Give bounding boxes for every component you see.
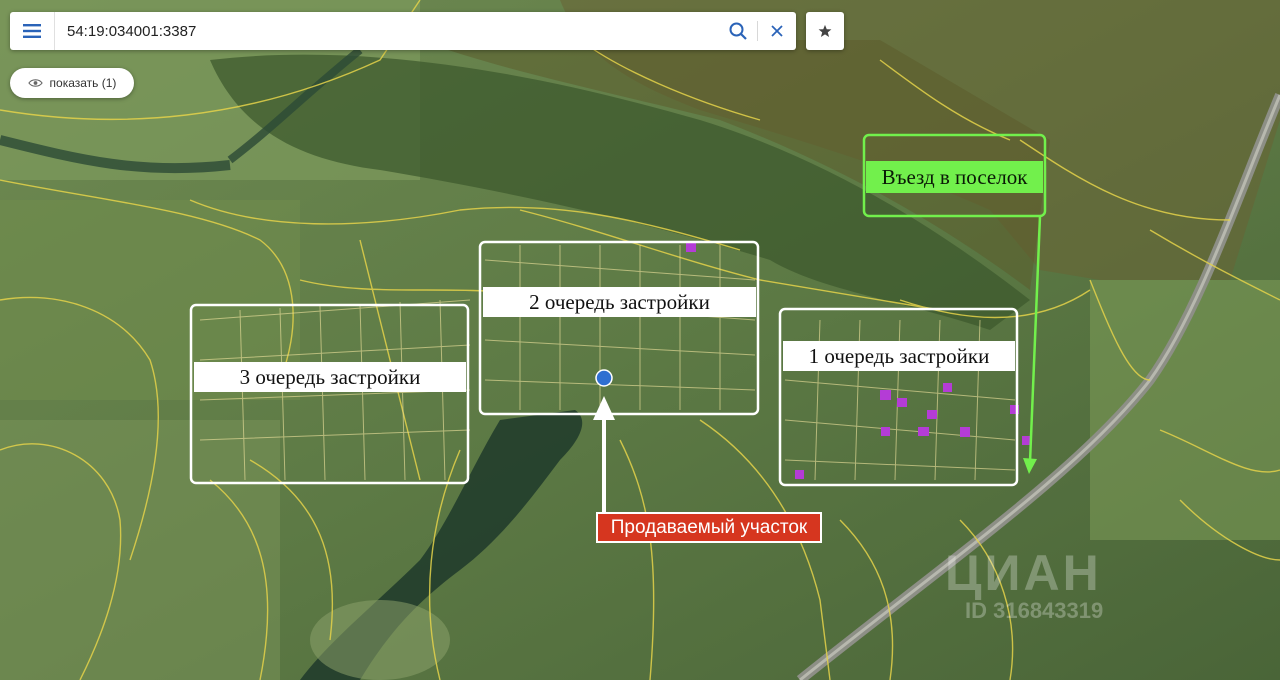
entry-label: Въезд в поселок [866,161,1043,193]
search-icon [729,22,747,40]
show-objects-label: показать (1) [49,76,117,90]
watermark-logo: ЦИАН [945,545,1102,601]
zone-3-label: 3 очередь застройки [194,362,466,392]
zone-1-label: 1 очередь застройки [783,341,1015,371]
favorite-button[interactable] [806,12,844,50]
star-icon [818,24,832,38]
watermark: ЦИАН ID 316843319 [945,548,1103,622]
menu-icon [23,24,41,38]
close-icon [771,25,783,37]
search-input[interactable] [55,13,719,49]
watermark-id: ID 316843319 [965,598,1104,623]
clear-button[interactable] [758,12,796,50]
search-button[interactable] [719,12,757,50]
eye-icon [27,79,43,87]
menu-button[interactable] [10,12,55,50]
show-objects-button[interactable]: показать (1) [10,68,134,98]
search-bar [10,12,796,50]
zone-2-label: 2 очередь застройки [483,287,756,317]
plot-marker[interactable] [595,369,613,387]
plot-label: Продаваемый участок [596,512,822,543]
